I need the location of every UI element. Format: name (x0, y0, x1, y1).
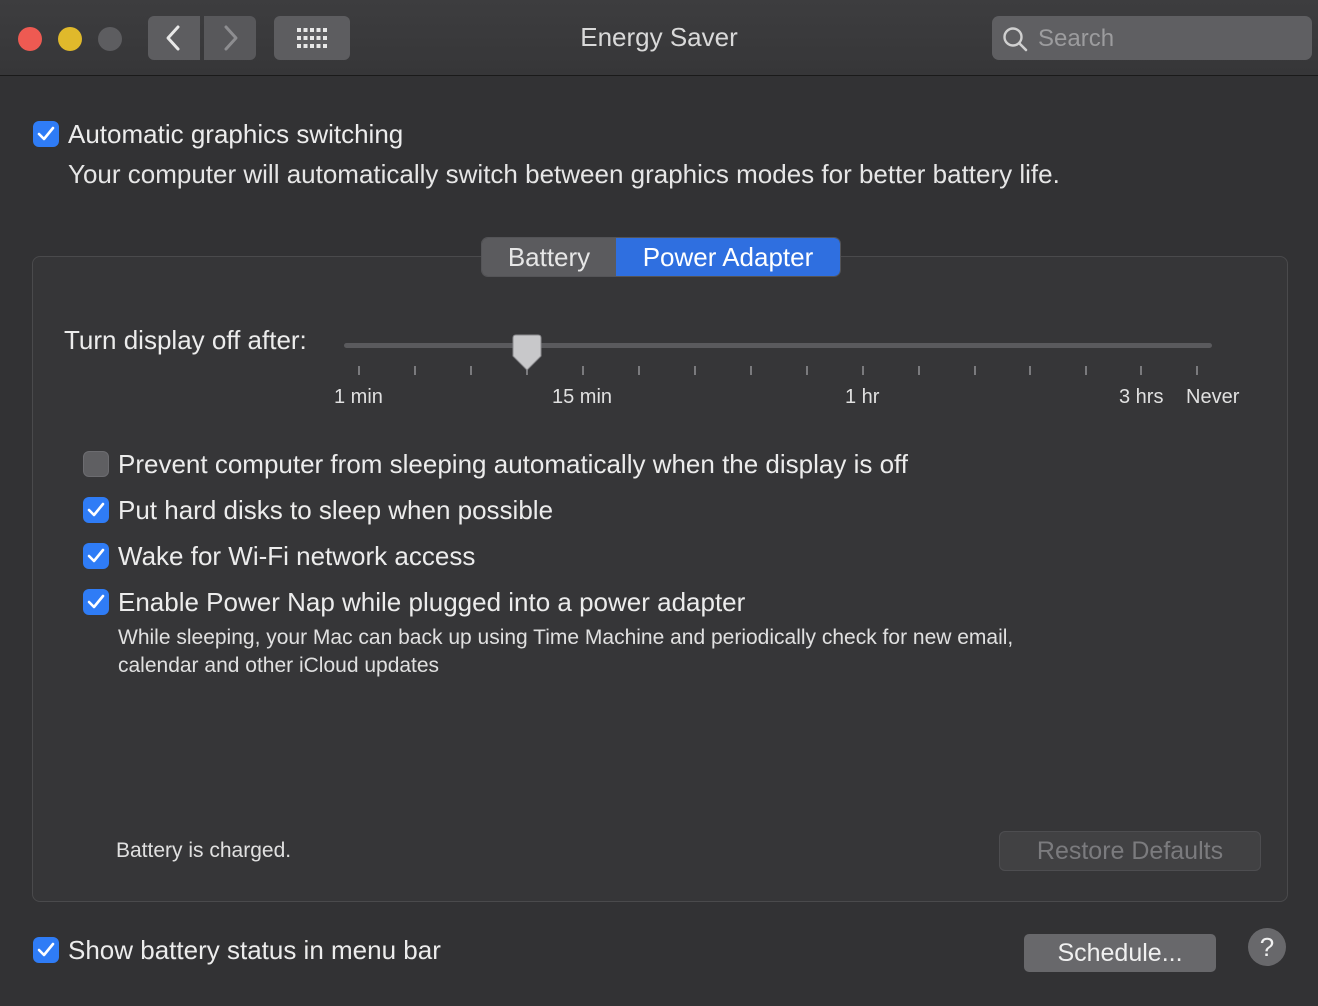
slider-tick (806, 366, 808, 375)
slider-tick (974, 366, 976, 375)
slider-tick (470, 366, 472, 375)
tick-label-1-hr: 1 hr (845, 386, 880, 408)
tick-label-never: Never (1186, 386, 1240, 408)
slider-tick (1196, 366, 1198, 375)
checkmark-icon (87, 502, 105, 517)
slider-thumb[interactable] (512, 334, 542, 372)
slider-tick (1085, 366, 1087, 375)
power-nap-description-line1: While sleeping, your Mac can back up usi… (118, 626, 1014, 649)
show-battery-status-label[interactable]: Show battery status in menu bar (68, 935, 441, 966)
tab-power-adapter[interactable]: Power Adapter (616, 238, 840, 276)
checkmark-icon (37, 126, 55, 141)
search-icon (1003, 27, 1028, 52)
display-off-slider[interactable] (344, 343, 1212, 348)
slider-tick (414, 366, 416, 375)
tab-selector: Battery Power Adapter (482, 238, 840, 276)
slider-tick (582, 366, 584, 375)
schedule-button[interactable]: Schedule... (1024, 934, 1216, 972)
help-button[interactable]: ? (1248, 928, 1286, 966)
power-nap-description-line2: calendar and other iCloud updates (118, 654, 440, 677)
slider-tick (694, 366, 696, 375)
battery-status-text: Battery is charged. (116, 839, 292, 862)
auto-graphics-description: Your computer will automatically switch … (68, 159, 1060, 189)
slider-tick (918, 366, 920, 375)
tick-label-3-hrs: 3 hrs (1119, 386, 1164, 408)
checkmark-icon (37, 942, 55, 957)
slider-tick (638, 366, 640, 375)
tab-battery[interactable]: Battery (482, 238, 616, 276)
slider-tick (862, 366, 864, 375)
wake-wifi-checkbox[interactable] (83, 543, 109, 569)
wake-wifi-label[interactable]: Wake for Wi-Fi network access (118, 541, 475, 572)
tick-label-15-min: 15 min (552, 386, 613, 408)
power-nap-label[interactable]: Enable Power Nap while plugged into a po… (118, 587, 745, 618)
checkmark-icon (87, 548, 105, 563)
slider-tick (750, 366, 752, 375)
prevent-sleep-checkbox[interactable] (83, 451, 109, 477)
slider-tick (358, 366, 360, 375)
hard-disk-sleep-checkbox[interactable] (83, 497, 109, 523)
hard-disk-sleep-label[interactable]: Put hard disks to sleep when possible (118, 495, 553, 526)
auto-graphics-checkbox[interactable] (33, 121, 59, 147)
display-off-label: Turn display off after: (64, 325, 307, 355)
search-field[interactable] (992, 16, 1312, 60)
restore-defaults-button[interactable]: Restore Defaults (1000, 832, 1260, 870)
show-battery-status-checkbox[interactable] (33, 937, 59, 963)
search-input[interactable] (1036, 21, 1300, 57)
slider-tick (1029, 366, 1031, 375)
power-nap-checkbox[interactable] (83, 589, 109, 615)
auto-graphics-label[interactable]: Automatic graphics switching (68, 119, 403, 150)
tick-label-1-min: 1 min (334, 386, 383, 408)
checkmark-icon (87, 594, 105, 609)
slider-tick (1140, 366, 1142, 375)
title-bar: Energy Saver (0, 0, 1318, 76)
prevent-sleep-label[interactable]: Prevent computer from sleeping automatic… (118, 449, 908, 480)
